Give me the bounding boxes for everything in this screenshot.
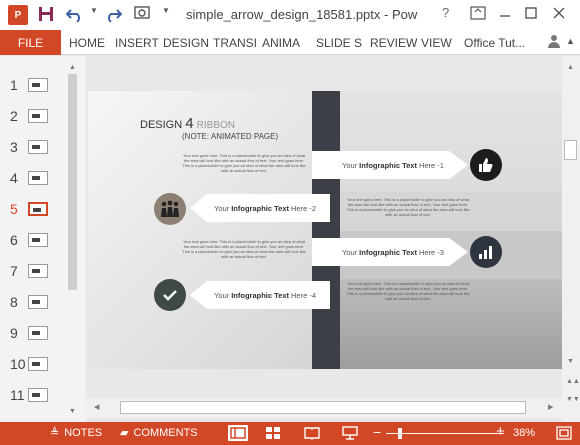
thumbnail-image — [28, 388, 48, 402]
zoom-level[interactable]: 38% — [513, 427, 535, 439]
placeholder-text: Your text goes here. This is a placehold… — [346, 197, 470, 217]
tab-slideshow[interactable]: SLIDE S — [316, 30, 362, 55]
tab-transitions[interactable]: TRANSI — [213, 30, 257, 55]
tab-animations[interactable]: ANIMA — [262, 30, 300, 55]
title-bar: P ▼ ▼ simple_arrow_design_18581.pptx - P… — [0, 0, 580, 30]
thumbnail-image — [28, 171, 48, 185]
thumbs-up-icon — [470, 149, 502, 181]
placeholder-text: Your text goes here. This is a placehold… — [346, 281, 470, 301]
collapse-ribbon-icon[interactable]: ▲ — [566, 36, 575, 46]
slide-right-panel — [340, 91, 562, 369]
slide-sorter-icon[interactable] — [265, 426, 281, 443]
scroll-down-icon[interactable]: ▼ — [567, 358, 574, 365]
thumbnail-image — [28, 202, 48, 216]
slide-thumbnail-pane: 1 2 3 4 5 6 7 8 9 10 11 ▲ ▼ — [0, 56, 86, 422]
thumbnail-image — [28, 264, 48, 278]
slide-subheading: (NOTE: ANIMATED PAGE) — [182, 132, 279, 141]
notes-button[interactable]: ≜ NOTES — [50, 426, 102, 440]
fit-to-window-icon[interactable] — [556, 426, 572, 443]
zoom-slider-track[interactable] — [386, 433, 504, 434]
thumbnail-scroll-down-icon[interactable]: ▼ — [69, 408, 76, 415]
scroll-left-icon[interactable]: ◀ — [94, 403, 99, 411]
thumbnail-image — [28, 326, 48, 340]
placeholder-text: Your text goes here. This is a placehold… — [182, 239, 306, 259]
document-title: simple_arrow_design_18581.pptx - PowerP.… — [186, 7, 418, 22]
undo-icon[interactable] — [65, 6, 84, 27]
slide-center-strip — [312, 91, 340, 369]
zoom-slider-handle[interactable] — [398, 428, 402, 439]
thumbnail-image — [28, 78, 48, 92]
minimize-icon[interactable] — [498, 6, 512, 25]
horizontal-scroll-thumb[interactable] — [120, 401, 526, 414]
vertical-scrollbar[interactable]: ▲ ▼ ▲▲ ▼▼ — [562, 56, 580, 422]
thumbnail-image — [28, 357, 48, 371]
infographic-arrow-1: Your Infographic Text Here -1 — [312, 151, 468, 179]
previous-slide-icon[interactable]: ▲▲ — [566, 378, 580, 385]
zoom-in-button[interactable]: + — [496, 423, 505, 440]
thumbnail-item[interactable]: 9 — [0, 322, 86, 344]
powerpoint-logo-icon: P — [8, 5, 28, 25]
tab-review[interactable]: REVIEW — [370, 30, 417, 55]
thumbnail-image — [28, 140, 48, 154]
thumbnail-item[interactable]: 8 — [0, 291, 86, 313]
thumbnail-image — [28, 295, 48, 309]
placeholder-text: Your text goes here. This is a placehold… — [182, 153, 306, 173]
avatar[interactable] — [546, 33, 562, 49]
tab-view[interactable]: VIEW — [421, 30, 452, 55]
slide-heading: DESIGN 4 RIBBON — [140, 115, 235, 132]
thumbnail-image — [28, 109, 48, 123]
tab-file[interactable]: FILE — [0, 30, 61, 55]
slideshow-icon[interactable] — [342, 426, 358, 443]
thumbnail-scroll-up-icon[interactable]: ▲ — [69, 64, 76, 71]
thumbnail-image — [28, 233, 48, 247]
thumbnail-item[interactable]: 11 — [0, 384, 86, 406]
next-slide-icon[interactable]: ▼▼ — [566, 396, 580, 403]
ribbon-tabs: FILE HOME INSERT DESIGN TRANSI ANIMA SLI… — [0, 30, 580, 55]
customize-toolbar-icon[interactable]: ▼ — [162, 6, 170, 15]
status-bar: ≜ NOTES ▰ COMMENTS − + 38% — [0, 422, 580, 445]
tab-design[interactable]: DESIGN — [163, 30, 209, 55]
tab-insert[interactable]: INSERT — [115, 30, 159, 55]
thumbnail-item[interactable]: 10 — [0, 353, 86, 375]
infographic-arrow-4: Your Infographic Text Here -4 — [190, 281, 330, 309]
infographic-arrow-2: Your Infographic Text Here -2 — [190, 194, 330, 222]
preview-icon[interactable] — [134, 6, 152, 27]
comment-icon: ▰ — [120, 427, 129, 439]
tab-home[interactable]: HOME — [69, 30, 105, 55]
scroll-up-icon[interactable]: ▲ — [567, 64, 574, 71]
powerpoint-window: P ▼ ▼ simple_arrow_design_18581.pptx - P… — [0, 0, 580, 445]
comments-button[interactable]: ▰ COMMENTS — [120, 426, 198, 440]
scroll-right-icon[interactable]: ▶ — [548, 403, 553, 411]
thumbnail-scrollbar[interactable] — [68, 74, 77, 290]
ribbon-display-icon[interactable] — [470, 6, 486, 25]
undo-dropdown-icon[interactable]: ▼ — [90, 6, 98, 15]
help-icon[interactable]: ? — [442, 5, 449, 20]
maximize-icon[interactable] — [524, 6, 538, 25]
notes-icon: ≜ — [50, 427, 60, 439]
bar-chart-icon — [470, 236, 502, 268]
close-icon[interactable] — [552, 6, 566, 25]
horizontal-scrollbar[interactable]: ◀ ▶ — [86, 398, 562, 418]
reading-view-icon[interactable] — [304, 426, 320, 443]
zoom-out-button[interactable]: − — [373, 424, 381, 440]
check-icon — [154, 279, 186, 311]
people-icon — [154, 193, 186, 225]
normal-view-icon[interactable] — [228, 425, 248, 441]
current-slide[interactable]: DESIGN 4 RIBBON (NOTE: ANIMATED PAGE) Yo… — [88, 91, 562, 369]
vertical-scroll-thumb[interactable] — [564, 140, 577, 160]
user-account[interactable]: Office Tut... — [464, 30, 525, 55]
redo-icon[interactable] — [104, 6, 123, 27]
save-icon[interactable] — [38, 6, 54, 27]
infographic-arrow-3: Your Infographic Text Here -3 — [312, 238, 468, 266]
